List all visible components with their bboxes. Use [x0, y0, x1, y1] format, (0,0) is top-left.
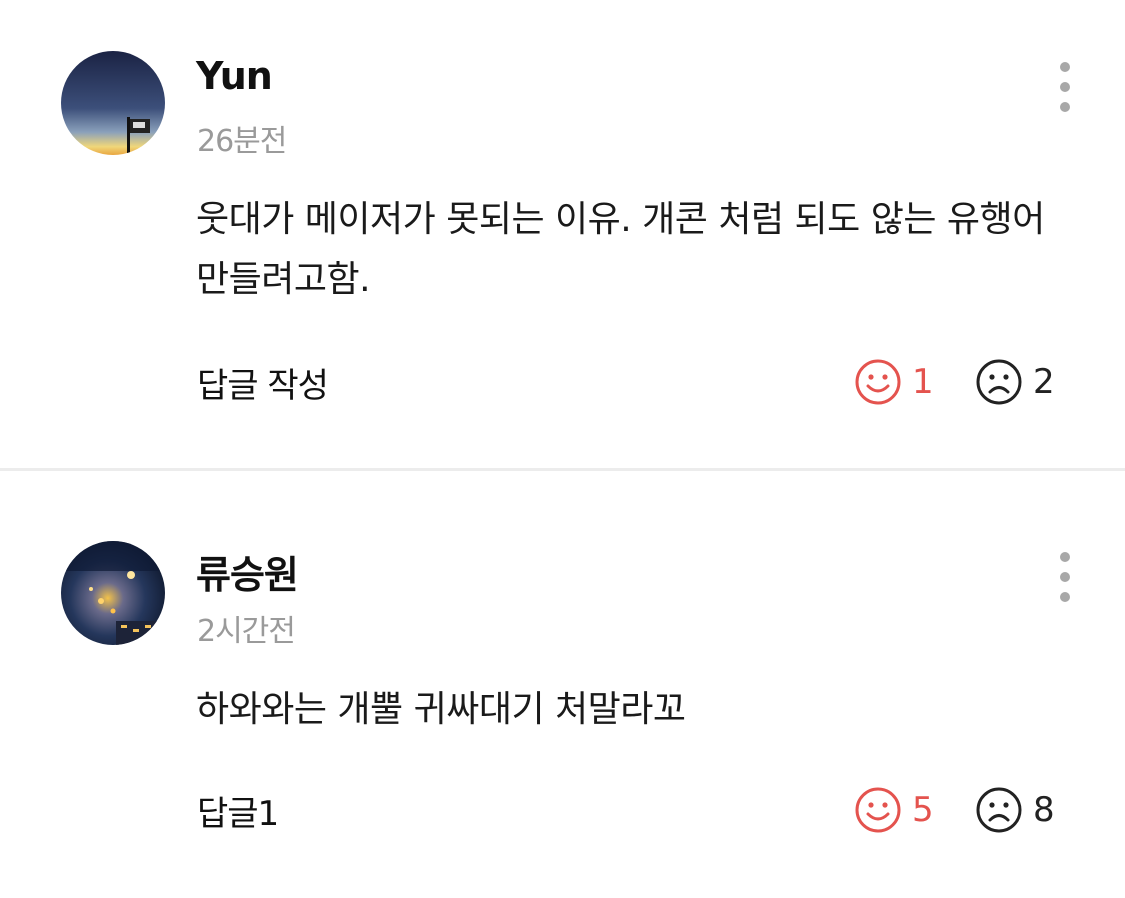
dislike-count: 8 [1033, 790, 1055, 830]
comment-author[interactable]: 류승원 [196, 544, 299, 599]
like-count: 5 [912, 790, 934, 830]
comment-text: 하와와는 개뿔 귀싸대기 처말라꼬 [196, 689, 686, 730]
like-button[interactable]: 5 [854, 786, 934, 834]
reply-button[interactable]: 답글1 [197, 786, 279, 835]
comment-timestamp: 26분전 [197, 124, 287, 159]
avatar[interactable] [61, 51, 165, 155]
dislike-button[interactable]: 2 [975, 358, 1055, 406]
comment-text: 웃대가 메이저가 못되는 이유. 개콘 처럼 되도 않는 유행어 만들려고함. [196, 199, 1045, 300]
comment-author[interactable]: Yun [196, 54, 273, 98]
comment-item: 류승원 2시간전 하와와는 개뿔 귀싸대기 처말라꼬 답글1 5 8 [0, 472, 1125, 898]
dislike-count: 2 [1033, 362, 1055, 402]
frown-icon [976, 787, 1022, 833]
like-count: 1 [912, 362, 934, 402]
reply-button[interactable]: 답글 작성 [197, 358, 329, 407]
more-vertical-icon[interactable] [1052, 58, 1078, 118]
smile-icon [855, 787, 901, 833]
dislike-button[interactable]: 8 [975, 786, 1055, 834]
comment-item: Yun 26분전 웃대가 메이저가 못되는 이유. 개콘 처럼 되도 않는 유행… [0, 0, 1125, 470]
avatar[interactable] [61, 541, 165, 645]
frown-icon [976, 359, 1022, 405]
smile-icon [855, 359, 901, 405]
more-vertical-icon[interactable] [1052, 548, 1078, 608]
comment-timestamp: 2시간전 [197, 614, 296, 649]
like-button[interactable]: 1 [854, 358, 934, 406]
